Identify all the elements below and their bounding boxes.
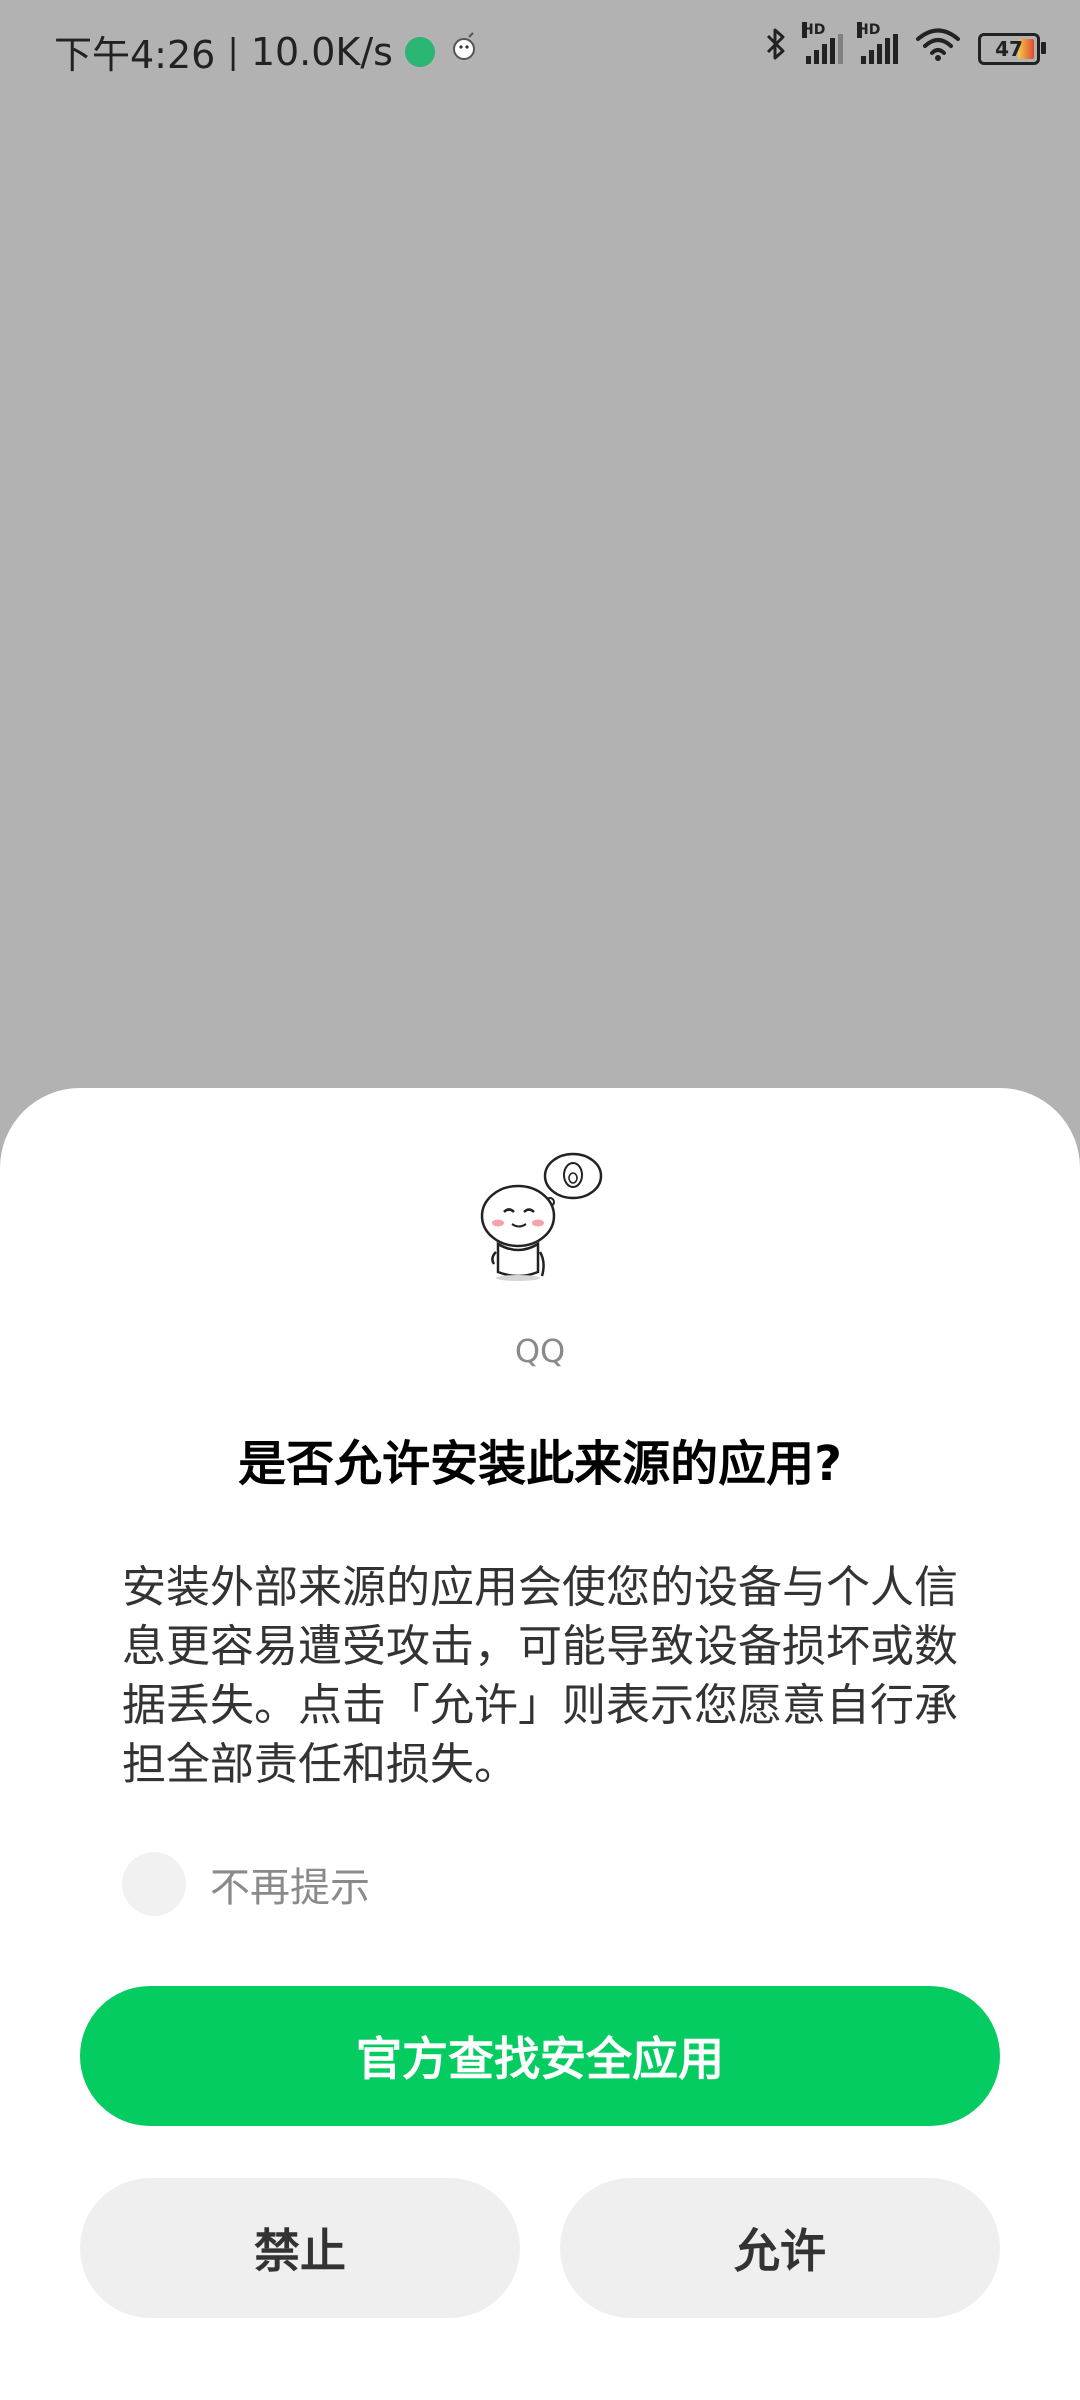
- bluetooth-icon: [764, 26, 788, 71]
- battery-icon: 47: [978, 32, 1046, 65]
- wifi-icon: [916, 27, 960, 71]
- dont-remind-option[interactable]: 不再提示: [122, 1852, 370, 1916]
- app-name: QQ: [514, 1332, 566, 1370]
- dont-remind-checkbox[interactable]: [122, 1852, 186, 1916]
- battery-level: 47: [995, 36, 1023, 61]
- signal-icon-2: HD: [857, 21, 898, 64]
- qq-app-icon: [470, 1148, 610, 1288]
- app-notification-icon: [404, 36, 435, 67]
- dont-remind-label: 不再提示: [210, 1865, 370, 1911]
- dialog-title: 是否允许安装此来源的应用?: [238, 1436, 842, 1492]
- status-left: 下午4:26 | 10.0K/s: [54, 24, 481, 79]
- status-separator: |: [227, 31, 239, 72]
- hd-label: HD: [802, 21, 826, 38]
- signal-icon-1: HD: [802, 21, 843, 64]
- find-safe-app-button[interactable]: 官方查找安全应用: [80, 1986, 1000, 2126]
- status-bar: 下午4:26 | 10.0K/s HD HD 47: [0, 0, 1080, 100]
- network-speed: 10.0K/s: [250, 29, 393, 74]
- status-right: HD HD 47: [764, 21, 1046, 71]
- hd-label: HD: [857, 21, 881, 38]
- bird-notification-icon: [447, 30, 481, 74]
- install-permission-dialog: QQ 是否允许安装此来源的应用? 安装外部来源的应用会使您的设备与个人信息更容易…: [0, 1088, 1080, 2400]
- clock: 下午4:26: [54, 33, 216, 77]
- dialog-message: 安装外部来源的应用会使您的设备与个人信息更容易遭受攻击，可能导致设备损坏或数据丢…: [122, 1562, 958, 1790]
- deny-button[interactable]: 禁止: [80, 2178, 520, 2318]
- allow-button[interactable]: 允许: [560, 2178, 1000, 2318]
